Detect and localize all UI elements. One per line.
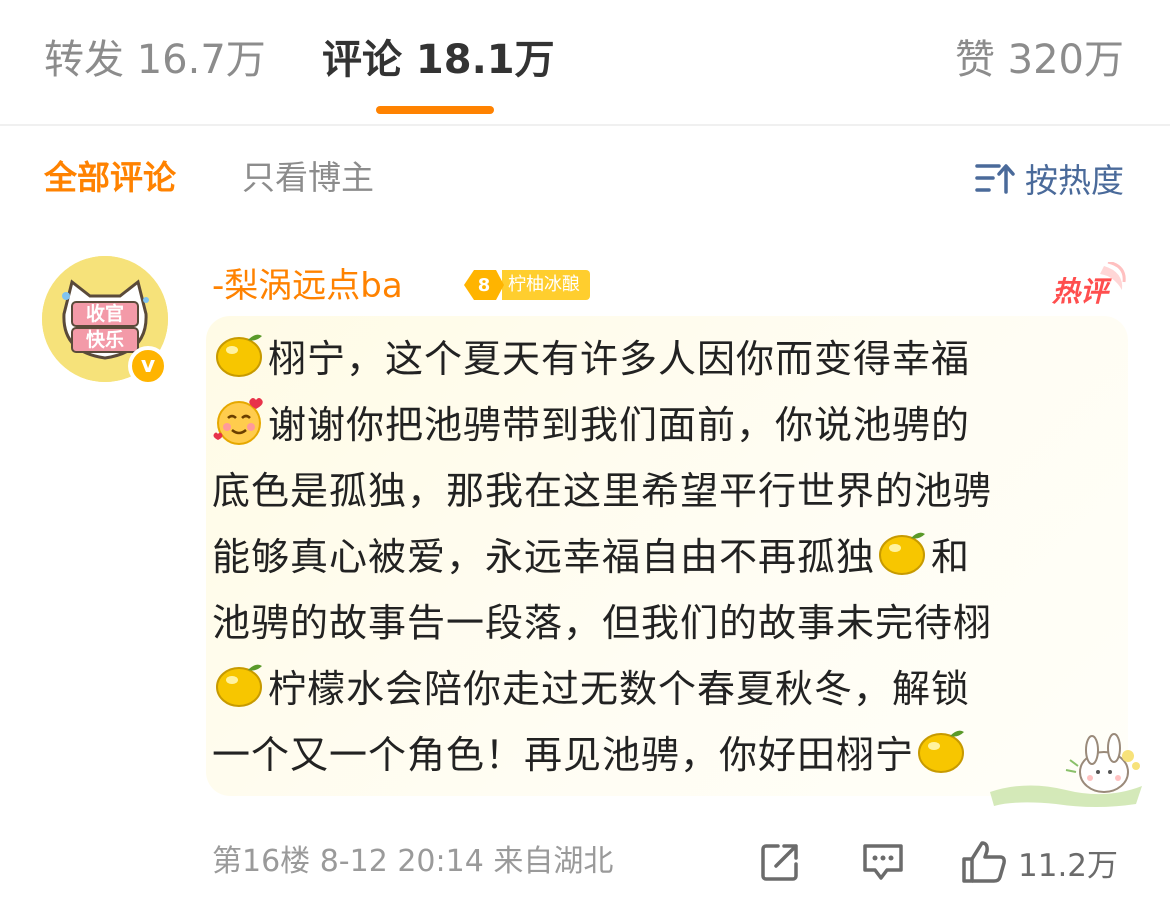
- comment-line: 柠檬水会陪你走过无数个春夏秋冬，解锁: [212, 656, 1112, 722]
- top-tab-bar: 转发 16.7万 评论 18.1万 赞 320万: [0, 0, 1170, 126]
- forward-button[interactable]: [758, 838, 802, 886]
- filter-all-comments[interactable]: 全部评论: [44, 156, 176, 200]
- comment-icon: [863, 844, 903, 880]
- comment-meta: 第16楼 8-12 20:14 来自湖北: [212, 844, 614, 879]
- sort-by-popularity-button[interactable]: 按热度: [975, 156, 1124, 200]
- fan-level-icon: 8: [462, 268, 506, 302]
- forward-icon: [761, 844, 798, 881]
- fan-badge[interactable]: 8 柠柚冰酿: [462, 268, 590, 302]
- hot-comment-badge: 热评: [1044, 262, 1126, 308]
- lemon-icon: [216, 334, 262, 377]
- hot-label: 热评: [1052, 275, 1109, 308]
- avatar-text-bottom: 快乐: [85, 329, 124, 351]
- lemon-icon: [216, 664, 262, 707]
- sort-icon: [975, 164, 1015, 194]
- comment-line: 能够真心被爱，永远幸福自由不再孤独和: [212, 524, 1112, 590]
- comment-line: 一个又一个角色！再见池骋，你好田栩宁: [212, 722, 1112, 788]
- bunny-sticker-decoration: [990, 733, 1142, 807]
- verified-icon: v: [128, 346, 168, 386]
- reply-button[interactable]: [860, 838, 906, 886]
- comment-filter-bar: 全部评论 只看博主 按热度: [0, 150, 1170, 210]
- tab-comments[interactable]: 评论 18.1万: [322, 34, 555, 86]
- comment-text: 栩宁，这个夏天有许多人因你而变得幸福 谢谢你把池骋带到我们面前，你说池骋的 底色…: [212, 326, 1112, 788]
- fan-group-name: 柠柚冰酿: [502, 270, 590, 300]
- like-icon: [962, 841, 1006, 883]
- lemon-icon: [918, 730, 965, 773]
- comment-line: 底色是孤独，那我在这里希望平行世界的池骋: [212, 469, 993, 513]
- comment-line: 池骋的故事告一段落，但我们的故事未完待栩: [212, 601, 993, 645]
- comment-username[interactable]: -梨涡远点ba: [212, 264, 403, 308]
- avatar-text-top: 收官: [85, 303, 124, 325]
- comment-line: 栩宁，这个夏天有许多人因你而变得幸福: [212, 326, 1112, 392]
- smiling-hearts-icon: [213, 398, 263, 445]
- filter-author-only[interactable]: 只看博主: [242, 156, 374, 200]
- tab-reposts[interactable]: 转发 16.7万: [44, 34, 266, 86]
- comment-line: 谢谢你把池骋带到我们面前，你说池骋的: [212, 392, 1112, 458]
- like-button[interactable]: 11.2万: [960, 838, 1118, 886]
- tab-likes[interactable]: 赞 320万: [955, 34, 1124, 86]
- sort-label: 按热度: [1025, 161, 1124, 200]
- active-tab-indicator: [376, 106, 494, 114]
- like-count: 11.2万: [1018, 847, 1119, 884]
- fan-level: 8: [477, 274, 491, 296]
- lemon-icon: [879, 532, 926, 575]
